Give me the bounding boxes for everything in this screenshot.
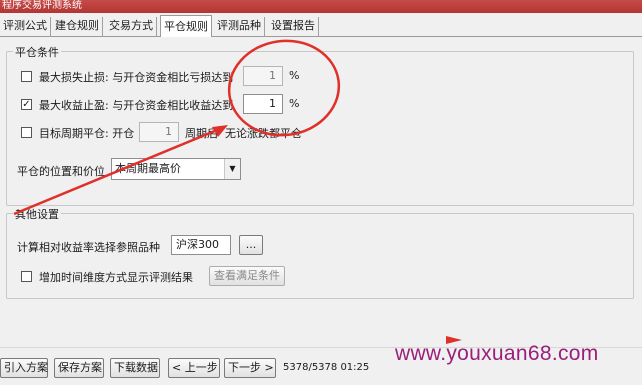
target-period-after-label: 周期后 — [185, 127, 218, 140]
position-price-label: 平仓的位置和价位 — [17, 165, 105, 178]
window-title: 程序交易评测系统 — [2, 0, 82, 11]
import-plan-button[interactable]: 引入方案 — [0, 358, 48, 378]
stop-loss-label: 最大损失止损: 与开仓资金相比亏损达到 — [39, 71, 234, 84]
position-price-value: 本周期最高价 — [115, 162, 181, 175]
status-text: 5378/5378 01:25 — [283, 362, 370, 373]
tab-trade-mode[interactable]: 交易方式 — [106, 17, 157, 37]
target-period-input[interactable]: 1 — [139, 122, 179, 142]
chevron-down-icon[interactable]: ▼ — [224, 159, 240, 179]
next-step-button[interactable]: 下一步 > — [224, 358, 276, 378]
stop-loss-checkbox[interactable] — [21, 71, 32, 82]
close-conditions-group: 平仓条件 最大损失止损: 与开仓资金相比亏损达到 1 % ✓ 最大收益止盈: 与… — [6, 44, 634, 206]
view-conditions-button[interactable]: 查看满足条件 — [209, 266, 285, 286]
tab-open-rules[interactable]: 建仓规则 — [52, 17, 103, 37]
benchmark-browse-button[interactable]: ... — [239, 235, 263, 255]
time-dimension-label: 增加时间维度方式显示评测结果 — [39, 271, 193, 284]
window-titlebar: 程序交易评测系统 — [0, 0, 642, 13]
tab-close-rules[interactable]: 平仓规则 — [160, 15, 212, 38]
stop-loss-unit: % — [289, 69, 300, 82]
benchmark-label: 计算相对收益率选择参照品种 — [17, 241, 160, 254]
tab-formula[interactable]: 评测公式 — [0, 17, 51, 37]
other-settings-legend: 其他设置 — [13, 206, 61, 222]
tab-test-instruments[interactable]: 评测品种 — [214, 17, 265, 37]
close-rules-panel: 平仓条件 最大损失止损: 与开仓资金相比亏损达到 1 % ✓ 最大收益止盈: 与… — [0, 37, 642, 347]
download-data-button[interactable]: 下载数据 — [110, 358, 160, 378]
save-plan-button[interactable]: 保存方案 — [54, 358, 104, 378]
position-price-select[interactable]: 本周期最高价 ▼ — [111, 158, 241, 180]
target-period-checkbox[interactable] — [21, 127, 32, 138]
close-conditions-legend: 平仓条件 — [13, 44, 61, 60]
tab-bar: 评测公式 建仓规则 交易方式 平仓规则 评测品种 设置报告 — [0, 15, 642, 38]
take-profit-input[interactable]: 1 — [243, 94, 283, 114]
take-profit-checkbox[interactable]: ✓ — [21, 99, 32, 110]
watermark-text: www.youxuan68.com — [395, 342, 599, 365]
target-period-label: 目标周期平仓: 开仓 — [39, 127, 135, 140]
take-profit-unit: % — [289, 97, 300, 110]
time-dimension-checkbox[interactable] — [21, 271, 32, 282]
target-period-note: 无论涨跌都平仓 — [225, 127, 302, 140]
tab-report-settings[interactable]: 设置报告 — [268, 17, 319, 37]
stop-loss-input[interactable]: 1 — [243, 66, 283, 86]
prev-step-button[interactable]: < 上一步 — [168, 358, 220, 378]
take-profit-label: 最大收益止盈: 与开仓资金相比收益达到 — [39, 99, 234, 112]
benchmark-input[interactable]: 沪深300 — [171, 235, 231, 255]
other-settings-group: 其他设置 计算相对收益率选择参照品种 沪深300 ... 增加时间维度方式显示评… — [6, 206, 634, 299]
